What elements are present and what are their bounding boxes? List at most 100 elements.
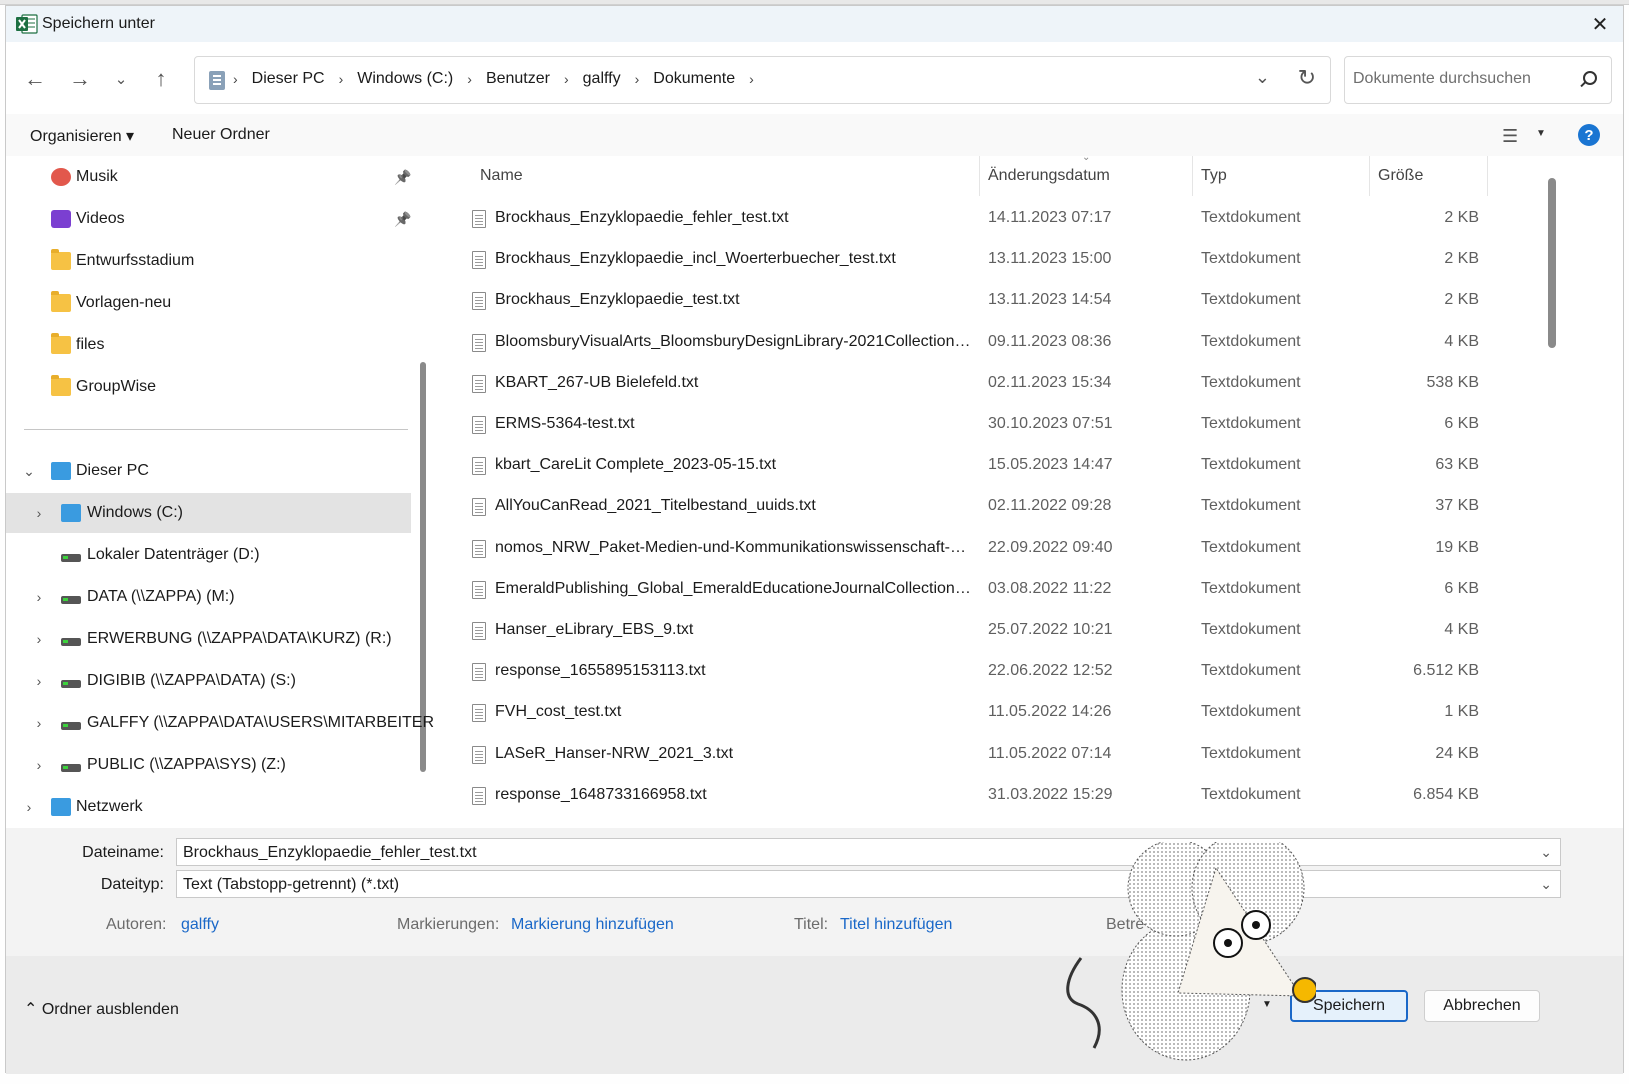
nav-item[interactable]: › PUBLIC (\\ZAPPA\SYS) (Z:) (6, 745, 411, 785)
nav-item[interactable]: Vorlagen-neu (6, 283, 411, 323)
chevron-right-icon[interactable]: › (31, 757, 47, 773)
nav-item[interactable]: › DIGIBIB (\\ZAPPA\DATA) (S:) (6, 661, 411, 701)
nav-item[interactable]: › GALFFY (\\ZAPPA\DATA\USERS\MITARBEITER)… (6, 703, 434, 743)
title-bar: Speichern unter ✕ (6, 6, 1623, 42)
filename-field[interactable]: Brockhaus_Enzyklopaedie_fehler_test.txt … (176, 838, 1561, 866)
file-name: ERMS-5364-test.txt (495, 415, 635, 432)
file-size: 63 KB (1435, 456, 1479, 474)
nav-item[interactable]: › Windows (C:) (6, 493, 411, 533)
network-drive-icon (61, 680, 81, 688)
filetype-select[interactable]: Text (Tabstopp-getrennt) (*.txt) ⌄ (176, 870, 1561, 898)
nav-item[interactable]: Entwurfsstadium (6, 241, 411, 281)
address-bar[interactable]: › Dieser PC › Windows (C:) › Benutzer › galffy ›… (194, 56, 1331, 104)
nav-item[interactable]: GroupWise (6, 367, 411, 407)
add-tag-link[interactable]: Markierung hinzufügen (511, 916, 674, 934)
nav-item[interactable]: › DATA (\\ZAPPA) (M:) (6, 577, 411, 617)
view-dropdown-arrow[interactable]: ▼ (1536, 128, 1546, 139)
file-date: 13.11.2023 14:54 (988, 291, 1112, 309)
file-row[interactable]: Brockhaus_Enzyklopaedie_test.txt 13.11.20… (442, 281, 1482, 322)
recent-locations-button[interactable]: ⌄ (106, 64, 136, 94)
nav-item-label: Entwurfsstadium (76, 252, 195, 269)
organize-button[interactable]: Organisieren ▾ (30, 126, 134, 146)
file-row[interactable]: kbart_CareLit Complete_2023-05-15.txt 15.… (442, 446, 1482, 487)
back-button[interactable]: ← (20, 64, 50, 94)
file-name: Brockhaus_Enzyklopaedie_test.txt (495, 291, 740, 309)
breadcrumb-item[interactable]: Benutzer (486, 70, 550, 88)
column-header-name[interactable]: Name (472, 156, 980, 196)
search-input[interactable] (1351, 69, 1571, 89)
breadcrumb-separator[interactable]: › (749, 71, 754, 87)
nav-item[interactable]: › ERWERBUNG (\\ZAPPA\DATA\KURZ) (R:) (6, 619, 411, 659)
navigation-bar: ← → ⌄ ↑ › Dieser PC › Windows (C:) › Benutzer… (6, 42, 1623, 114)
nav-item[interactable]: › Netzwerk (6, 787, 411, 827)
chevron-right-icon[interactable]: › (31, 505, 47, 521)
forward-button[interactable]: → (65, 64, 95, 94)
file-list-scrollbar[interactable] (1548, 178, 1556, 348)
file-row[interactable]: Hanser_eLibrary_EBS_9.txt 25.07.2022 10:2… (442, 611, 1482, 652)
chevron-down-icon[interactable]: ⌄ (1540, 876, 1552, 893)
file-row[interactable]: nomos_NRW_Paket-Medien-und-Kommunikation… (442, 529, 1482, 570)
nav-scrollbar[interactable] (420, 362, 426, 772)
file-row[interactable]: LASeR_Hanser-NRW_2021_3.txt 11.05.2022 07… (442, 735, 1482, 776)
file-type: Textdokument (1201, 373, 1301, 391)
file-row[interactable]: FVH_cost_test.txt 11.05.2022 14:26 Textdok… (442, 693, 1482, 734)
file-name: kbart_CareLit Complete_2023-05-15.txt (495, 456, 777, 474)
file-type: Textdokument (1201, 785, 1301, 803)
nav-item[interactable]: files (6, 325, 411, 365)
file-row[interactable]: ERMS-5364-test.txt 30.10.2023 07:51 Textdo… (442, 405, 1482, 446)
file-row[interactable]: response_1655895153113.txt 22.06.2022 12:… (442, 652, 1482, 693)
nav-item-label: Windows (C:) (87, 504, 184, 521)
search-box[interactable] (1344, 56, 1612, 104)
address-history-dropdown[interactable]: ⌄ (1255, 67, 1270, 88)
breadcrumb-separator[interactable]: › (467, 71, 472, 87)
column-header-size[interactable]: Größe (1370, 156, 1488, 196)
add-title-link[interactable]: Titel hinzufügen (840, 916, 952, 934)
nav-item[interactable]: Musik 📌 (6, 157, 411, 197)
file-name: response_1648733166958.txt (495, 785, 707, 803)
cancel-button[interactable]: Abbrechen (1424, 990, 1540, 1022)
nav-item[interactable]: Videos 📌 (6, 199, 411, 239)
breadcrumb-separator[interactable]: › (564, 71, 569, 87)
file-row[interactable]: EmeraldPublishing_Global_EmeraldEducatio… (442, 570, 1482, 611)
chevron-down-icon[interactable]: ⌄ (1540, 844, 1552, 861)
nav-item[interactable]: Lokaler Datenträger (D:) (6, 535, 411, 575)
chevron-right-icon[interactable]: › (31, 631, 47, 647)
chevron-right-icon[interactable]: › (21, 799, 37, 815)
chevron-right-icon[interactable]: › (31, 589, 47, 605)
chevron-right-icon[interactable]: › (31, 673, 47, 689)
search-icon[interactable] (1583, 71, 1597, 85)
column-header-type[interactable]: Typ (1193, 156, 1370, 196)
new-folder-button[interactable]: Neuer Ordner (172, 126, 270, 144)
file-row[interactable]: AllYouCanRead_2021_Titelbestand_uuids.tx… (442, 487, 1482, 528)
column-header-date[interactable]: Änderungsdatum (980, 156, 1193, 196)
breadcrumb: › Dieser PC › Windows (C:) › Benutzer › galffy ›… (233, 70, 768, 88)
breadcrumb-separator[interactable]: › (339, 71, 344, 87)
cancel-button-label: Abbrechen (1443, 997, 1521, 1014)
file-row[interactable]: BloomsburyVisualArts_BloomsburyDesignLib… (442, 323, 1482, 364)
chevron-down-icon[interactable]: ⌄ (21, 463, 37, 480)
breadcrumb-item[interactable]: galffy (583, 70, 621, 88)
help-icon[interactable]: ? (1578, 124, 1600, 146)
view-options-icon[interactable]: ☰ (1502, 126, 1518, 147)
videos-icon (51, 210, 71, 228)
file-row[interactable]: response_1648733166958.txt 31.03.2022 15:… (442, 776, 1482, 817)
file-size: 6.854 KB (1413, 785, 1479, 803)
nav-item[interactable]: ⌄ Dieser PC (6, 451, 411, 491)
breadcrumb-item[interactable]: Dieser PC (252, 70, 325, 88)
file-type: Textdokument (1201, 538, 1301, 556)
refresh-icon[interactable]: ↻ (1298, 65, 1316, 91)
breadcrumb-separator[interactable]: › (635, 71, 640, 87)
up-button[interactable]: ↑ (146, 64, 176, 94)
breadcrumb-item[interactable]: Dokumente (653, 70, 735, 88)
authors-value[interactable]: galffy (181, 916, 219, 934)
file-row[interactable]: Brockhaus_Enzyklopaedie_incl_Woerterbuec… (442, 240, 1482, 281)
file-row[interactable]: KBART_267-UB Bielefeld.txt 02.11.2023 15:… (442, 364, 1482, 405)
file-row[interactable]: Brockhaus_Enzyklopaedie_fehler_test.txt 1… (442, 199, 1482, 240)
chevron-right-icon[interactable]: › (31, 715, 47, 731)
close-button[interactable]: ✕ (1577, 6, 1623, 42)
breadcrumb-item[interactable]: Windows (C:) (357, 70, 453, 88)
column-header-label: Name (480, 167, 523, 184)
hide-folders-toggle[interactable]: ⌃ Ordner ausblenden (24, 999, 179, 1019)
excel-app-icon (16, 14, 38, 34)
breadcrumb-separator[interactable]: › (233, 71, 238, 87)
